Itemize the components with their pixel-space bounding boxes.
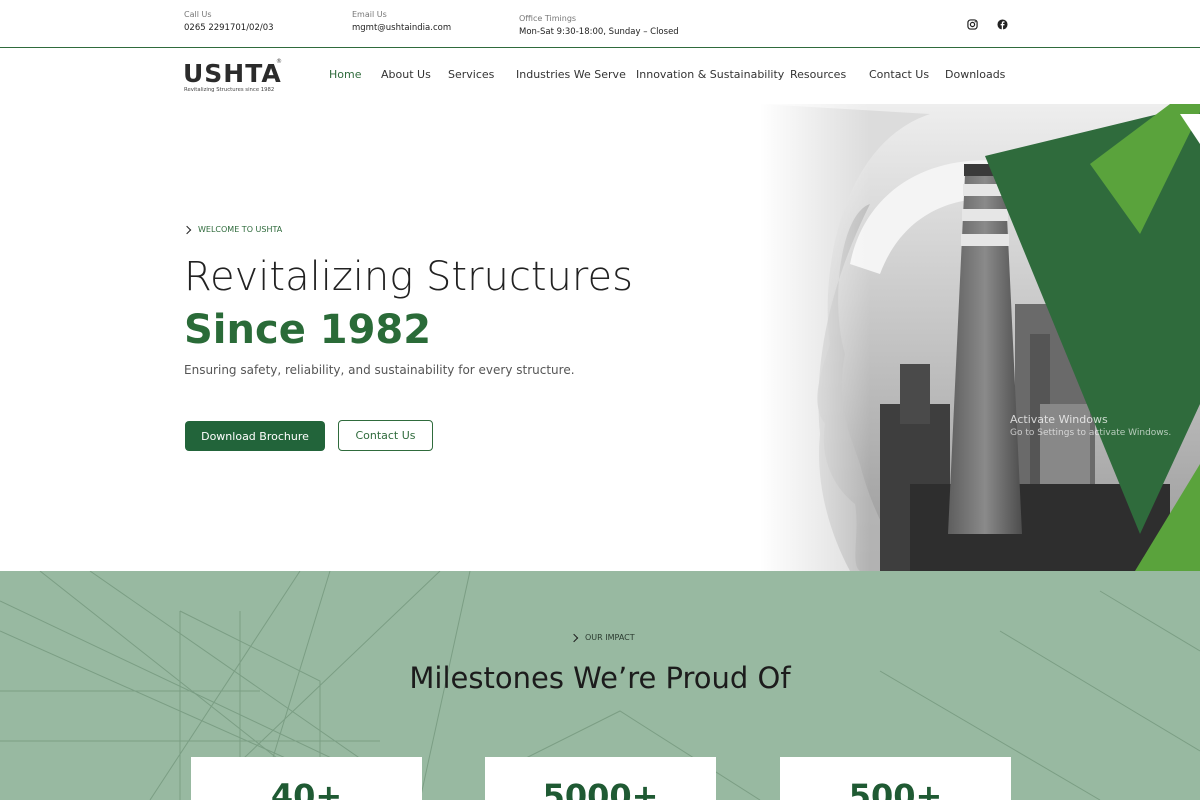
nav-downloads[interactable]: Downloads xyxy=(945,68,1005,81)
hero-title-accent: Since 1982 xyxy=(184,307,432,353)
hero-eyebrow: WELCOME TO USHTA xyxy=(182,225,283,234)
stat-card-clients: 500+ xyxy=(780,757,1011,800)
activate-windows-watermark: Activate Windows xyxy=(1010,413,1108,426)
stat-card-years: 40+ xyxy=(191,757,422,800)
nav-contact-us[interactable]: Contact Us xyxy=(869,68,929,81)
hero-subtitle: Ensuring safety, reliability, and sustai… xyxy=(184,363,575,377)
chevron-right-icon xyxy=(569,633,579,642)
stat-value: 500+ xyxy=(848,777,943,800)
facebook-icon[interactable] xyxy=(995,17,1009,31)
instagram-icon[interactable] xyxy=(965,17,979,31)
email-label: Email Us xyxy=(352,10,387,19)
call-info: Call Us 0265 2291701/02/03 xyxy=(184,10,274,33)
nav-home[interactable]: Home xyxy=(329,68,361,81)
milestones-title: Milestones We’re Proud Of xyxy=(409,661,791,695)
timings-value: Mon-Sat 9:30-18:00, Sunday – Closed xyxy=(519,27,679,37)
nav-innovation[interactable]: Innovation & Sustainability xyxy=(636,68,784,81)
top-info-bar: Call Us 0265 2291701/02/03 Email Us mgmt… xyxy=(0,0,1200,48)
stat-value: 5000+ xyxy=(542,777,659,800)
milestones-eyebrow: OUR IMPACT xyxy=(569,633,635,642)
logo-tagline: Revitalizing Structures since 1982 xyxy=(184,87,275,93)
hero-eyebrow-text: WELCOME TO USHTA xyxy=(198,225,283,234)
stat-card-projects: 5000+ xyxy=(485,757,716,800)
contact-us-button[interactable]: Contact Us xyxy=(338,420,433,451)
stat-value: 40+ xyxy=(270,777,343,800)
logo-registered-mark: ® xyxy=(276,58,282,65)
activate-windows-subtext: Go to Settings to activate Windows. xyxy=(1010,428,1172,438)
main-navigation: USHTA ® Revitalizing Structures since 19… xyxy=(0,49,1200,104)
nav-about-us[interactable]: About Us xyxy=(381,68,431,81)
ushta-logo[interactable]: USHTA ® Revitalizing Structures since 19… xyxy=(183,58,288,97)
call-label: Call Us xyxy=(184,10,212,19)
hero-industrial-image xyxy=(760,104,1200,571)
email-value[interactable]: mgmt@ushtaindia.com xyxy=(352,23,451,33)
chevron-right-icon xyxy=(182,225,192,234)
download-brochure-button[interactable]: Download Brochure xyxy=(185,421,325,451)
hero-section: WELCOME TO USHTA Revitalizing Structures… xyxy=(0,104,1200,571)
office-timings: Office Timings Mon-Sat 9:30-18:00, Sunda… xyxy=(519,14,679,37)
call-value[interactable]: 0265 2291701/02/03 xyxy=(184,23,274,33)
nav-industries[interactable]: Industries We Serve xyxy=(516,68,626,81)
email-info: Email Us mgmt@ushtaindia.com xyxy=(352,10,451,33)
milestones-section: OUR IMPACT Milestones We’re Proud Of 40+… xyxy=(0,571,1200,800)
nav-resources[interactable]: Resources xyxy=(790,68,846,81)
nav-services[interactable]: Services xyxy=(448,68,494,81)
hero-title: Revitalizing Structures xyxy=(184,254,633,300)
timings-label: Office Timings xyxy=(519,14,577,23)
milestones-eyebrow-text: OUR IMPACT xyxy=(585,633,635,642)
logo-text: USHTA xyxy=(183,59,282,88)
